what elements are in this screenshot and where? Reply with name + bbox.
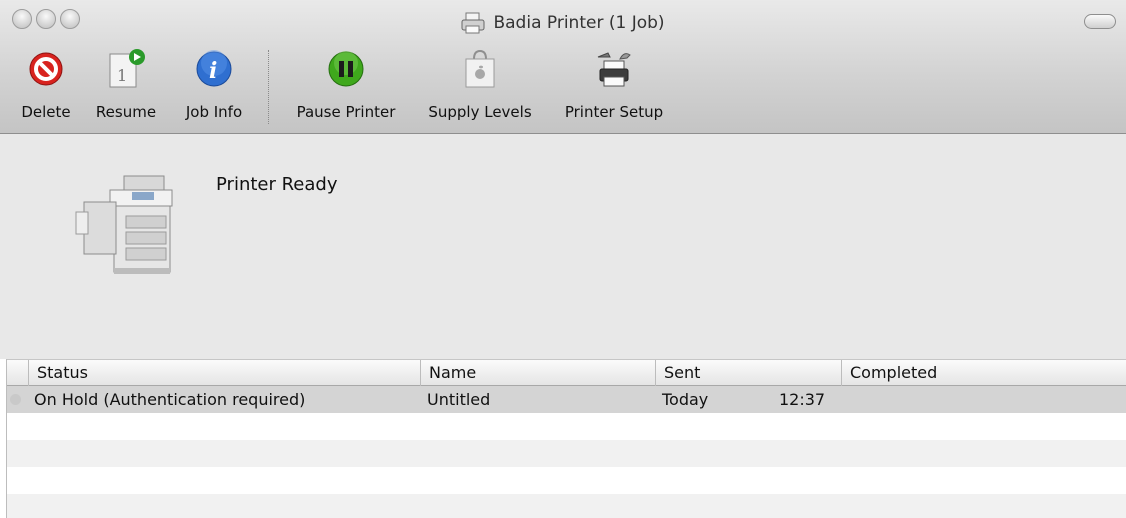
table-row-empty	[7, 467, 1126, 494]
printer-setup-button[interactable]: Printer Setup	[552, 45, 676, 129]
job-table-header: Status Name Sent Completed	[7, 359, 1126, 386]
job-disclosure-icon[interactable]	[10, 394, 21, 405]
delete-label: Delete	[21, 103, 71, 121]
printer-image	[75, 175, 173, 274]
svg-text:i: i	[209, 58, 217, 84]
delete-icon	[29, 52, 63, 86]
table-row-empty	[7, 413, 1126, 440]
job-name: Untitled	[427, 390, 491, 409]
table-row-empty	[7, 494, 1126, 518]
job-sent-day: Today	[662, 390, 709, 409]
pause-printer-button[interactable]: Pause Printer	[282, 45, 410, 129]
column-header-completed[interactable]: Completed	[841, 360, 1126, 386]
window-title: Badia Printer (1 Job)	[493, 13, 665, 33]
table-row-empty	[7, 440, 1126, 467]
job-status: On Hold (Authentication required)	[34, 390, 306, 409]
printer-setup-icon	[597, 52, 631, 87]
window-title-bar: Badia Printer (1 Job)	[0, 11, 1126, 35]
printer-status-text: Printer Ready	[216, 174, 338, 195]
info-icon: i	[196, 50, 232, 87]
resume-icon: 1	[109, 49, 145, 88]
column-header-sent[interactable]: Sent	[655, 360, 841, 386]
printer-proxy-icon[interactable]	[461, 12, 485, 34]
pause-printer-label: Pause Printer	[296, 103, 396, 121]
toolbar: Badia Printer (1 Job) Delete 1 Resume i …	[0, 0, 1126, 134]
column-header-name[interactable]: Name	[420, 360, 655, 386]
toolbar-toggle-button[interactable]	[1084, 14, 1116, 29]
table-row[interactable]: On Hold (Authentication required) Untitl…	[7, 386, 1126, 413]
resume-button[interactable]: 1 Resume	[88, 45, 164, 129]
svg-text:1: 1	[117, 66, 127, 85]
pause-icon	[328, 51, 364, 87]
job-table: Status Name Sent Completed On Hold (Auth…	[6, 359, 1126, 518]
job-info-button[interactable]: i Job Info	[172, 45, 256, 129]
job-info-label: Job Info	[185, 103, 243, 121]
supply-levels-button[interactable]: Supply Levels	[416, 45, 544, 129]
supply-levels-label: Supply Levels	[428, 103, 532, 121]
column-header-disclosure[interactable]	[7, 360, 28, 386]
job-sent-time: 12:37	[779, 390, 826, 409]
supply-levels-icon	[465, 49, 495, 88]
column-header-status[interactable]: Status	[28, 360, 420, 386]
printer-setup-label: Printer Setup	[564, 103, 664, 121]
toolbar-separator	[268, 50, 269, 124]
printer-status-panel: Printer Ready	[0, 134, 1126, 359]
delete-button[interactable]: Delete	[8, 45, 84, 129]
resume-label: Resume	[95, 103, 157, 121]
printer-queue-window: Badia Printer (1 Job) Delete 1 Resume i …	[0, 0, 1126, 518]
